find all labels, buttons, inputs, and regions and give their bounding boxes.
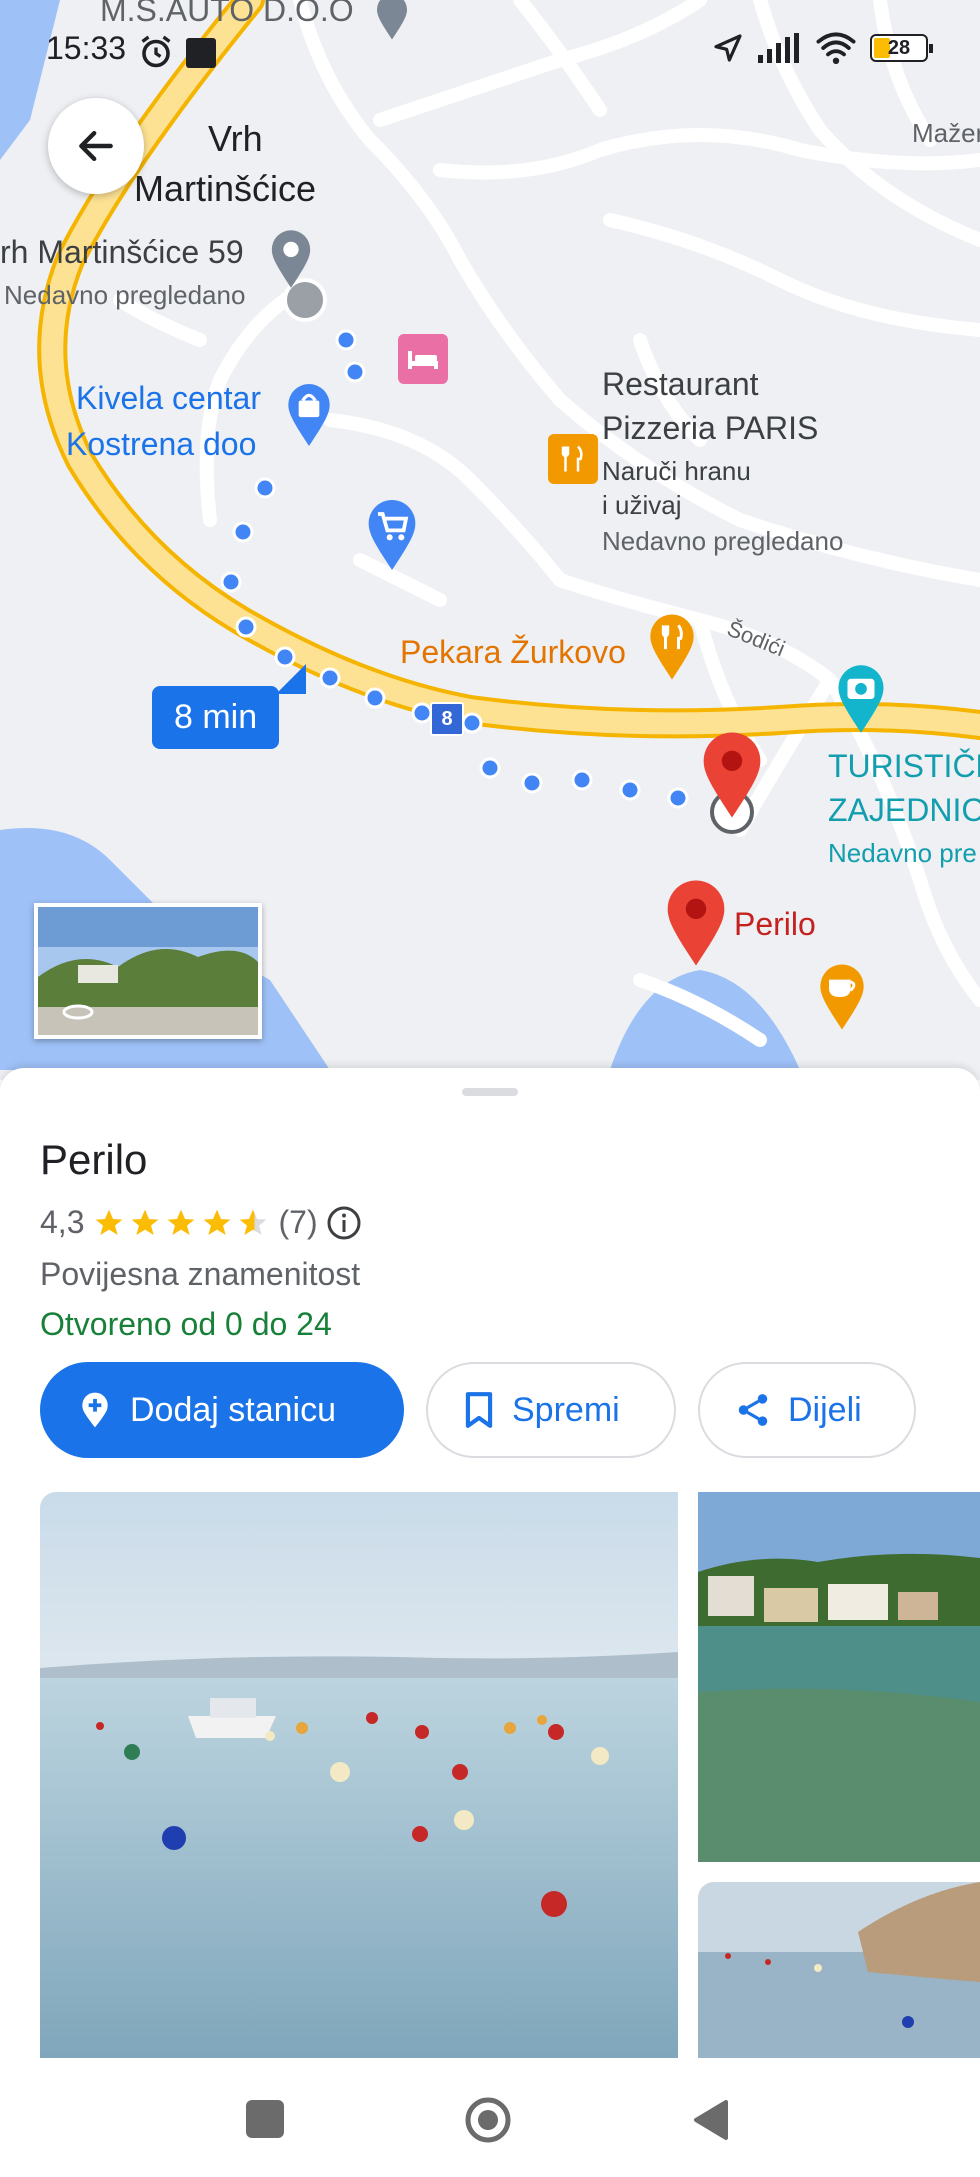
photo-sea-buoys bbox=[40, 1492, 678, 2058]
label-mazer[interactable]: Mažer bbox=[912, 118, 980, 149]
notification-icon bbox=[186, 38, 216, 68]
label-kivela-line1[interactable]: Kivela centar bbox=[76, 380, 261, 417]
place-title: Perilo bbox=[40, 1136, 148, 1183]
sheet-drag-handle[interactable] bbox=[462, 1088, 518, 1096]
rating-row[interactable]: 4,3 (7) bbox=[40, 1204, 362, 1241]
label-perilo[interactable]: Perilo bbox=[734, 906, 816, 943]
label-restaurant-sub1: Naruči hranu bbox=[602, 456, 751, 486]
rating-value: 4,3 bbox=[40, 1204, 85, 1240]
review-count[interactable]: (7) bbox=[278, 1204, 317, 1241]
share-button[interactable]: Dijeli bbox=[698, 1362, 916, 1458]
location-arrow-icon bbox=[714, 34, 742, 62]
save-label: Spremi bbox=[512, 1390, 620, 1429]
system-navigation-bar bbox=[0, 2058, 980, 2177]
camera-pin-icon[interactable] bbox=[834, 664, 888, 734]
label-address[interactable]: rh Martinšćice 59 bbox=[0, 234, 244, 271]
info-icon[interactable] bbox=[326, 1205, 362, 1241]
place-details-sheet[interactable]: Perilo 4,3 (7) Povijesna znamenitost Otv… bbox=[0, 1068, 980, 2058]
street-view-thumbnail[interactable] bbox=[34, 903, 262, 1039]
hotel-icon[interactable] bbox=[398, 334, 448, 384]
photo-main[interactable] bbox=[40, 1492, 678, 2058]
visited-pin-icon[interactable] bbox=[268, 230, 314, 288]
label-kivela-line2[interactable]: Kostrena doo bbox=[66, 426, 256, 463]
label-restaurant-line2[interactable]: Pizzeria PARIS bbox=[602, 410, 818, 447]
arrow-back-icon bbox=[79, 130, 113, 162]
star-rating-icon bbox=[92, 1207, 270, 1239]
add-stop-button[interactable]: Dodaj stanicu bbox=[40, 1362, 404, 1458]
map-view[interactable]: 15:33 28 M.S.AUTO D.O.O Vrh Martinšćice bbox=[0, 0, 980, 1080]
wifi-icon bbox=[816, 32, 856, 64]
label-restaurant-sub3: Nedavno pregledano bbox=[602, 526, 844, 556]
label-turist-line1[interactable]: TURISTIČK bbox=[828, 748, 980, 785]
photo-harbor[interactable] bbox=[698, 1492, 980, 1862]
street-view-image bbox=[38, 907, 258, 1035]
photo-shore[interactable] bbox=[698, 1882, 980, 2058]
share-label: Dijeli bbox=[788, 1390, 862, 1429]
status-icons: 28 bbox=[712, 32, 933, 64]
destination-pin-icon[interactable] bbox=[698, 732, 766, 818]
label-turist-sub: Nedavno pre bbox=[828, 838, 977, 868]
label-pekara[interactable]: Pekara Žurkovo bbox=[400, 634, 626, 671]
road-number: 8 bbox=[441, 707, 453, 730]
opening-hours[interactable]: Otvoreno od 0 do 24 bbox=[40, 1306, 332, 1343]
label-vrh-line1[interactable]: Vrh bbox=[208, 118, 263, 160]
shopping-cart-pin-icon[interactable] bbox=[364, 500, 420, 570]
eta-badge-pointer bbox=[276, 664, 306, 694]
label-restaurant-sub2: i uživaj bbox=[602, 490, 682, 520]
label-ms-auto[interactable]: M.S.AUTO D.O.O bbox=[100, 0, 354, 29]
back-button[interactable] bbox=[48, 98, 144, 194]
back-nav-button[interactable] bbox=[690, 2098, 730, 2142]
battery-level: 28 bbox=[887, 37, 911, 59]
restaurant-icon[interactable] bbox=[548, 434, 598, 484]
photo-shore-image bbox=[698, 1882, 980, 2058]
bookmark-icon bbox=[465, 1392, 493, 1428]
place-pin-icon[interactable] bbox=[374, 0, 410, 40]
add-stop-label: Dodaj stanicu bbox=[130, 1390, 337, 1429]
status-time: 15:33 bbox=[46, 30, 127, 66]
home-button[interactable] bbox=[464, 2096, 512, 2144]
label-restaurant-line1[interactable]: Restaurant bbox=[602, 366, 759, 403]
perilo-pin-icon[interactable] bbox=[662, 880, 730, 966]
battery-icon: 28 bbox=[870, 34, 933, 62]
save-button[interactable]: Spremi bbox=[426, 1362, 676, 1458]
eta-badge[interactable]: 8 min bbox=[152, 686, 280, 749]
label-vrh-line2[interactable]: Martinšćice bbox=[134, 168, 316, 210]
bakery-pin-icon[interactable] bbox=[646, 614, 698, 680]
add-location-icon bbox=[82, 1392, 108, 1428]
label-turist-line2[interactable]: ZAJEDNIC bbox=[828, 792, 980, 829]
share-icon bbox=[738, 1394, 768, 1426]
cafe-pin-icon[interactable] bbox=[816, 964, 868, 1030]
recent-apps-button[interactable] bbox=[246, 2100, 284, 2138]
place-category: Povijesna znamenitost bbox=[40, 1256, 361, 1292]
label-address-sub: Nedavno pregledano bbox=[4, 280, 246, 310]
signal-icon bbox=[758, 33, 799, 63]
alarm-icon bbox=[141, 35, 171, 68]
photo-harbor-image bbox=[698, 1492, 980, 1862]
shopping-bag-pin-icon[interactable] bbox=[284, 384, 334, 446]
road-shield: 8 bbox=[430, 702, 464, 736]
